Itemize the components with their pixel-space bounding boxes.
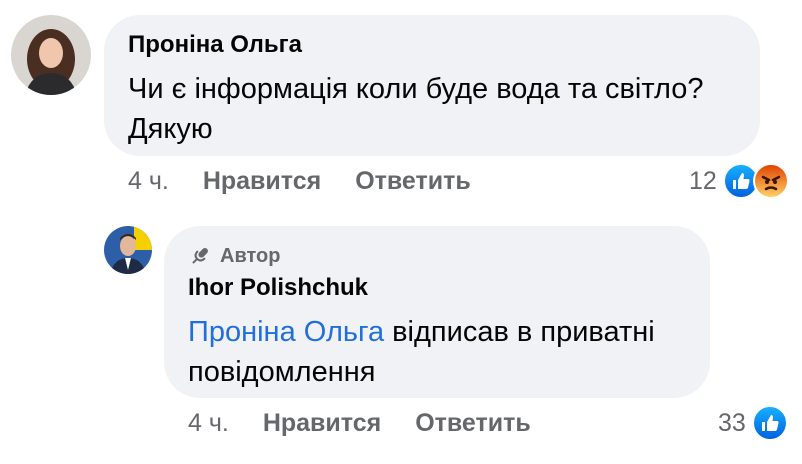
reply-author[interactable]: Ihor Polishchuk xyxy=(188,274,686,302)
comment-actions: 4 ч. Нравится Ответить xyxy=(128,166,505,196)
angry-icon xyxy=(752,163,789,199)
comment-author[interactable]: Проніна Ольга xyxy=(128,31,736,59)
reply-time[interactable]: 4 ч. xyxy=(188,408,229,438)
avatar-photo-icon xyxy=(11,15,91,95)
comment-text: Чи є інформація коли буде вода та світло… xyxy=(128,73,704,105)
reply-text: Проніна Ольга відписав в приватні xyxy=(188,312,686,352)
comment-time[interactable]: 4 ч. xyxy=(128,166,169,196)
reply-text-rest: відписав в приватні xyxy=(384,316,655,348)
reply-avatar[interactable] xyxy=(104,226,152,274)
reactions-summary[interactable]: 12 xyxy=(689,163,789,199)
avatar[interactable] xyxy=(11,15,91,95)
like-button[interactable]: Нравится xyxy=(203,166,321,196)
reaction-count: 12 xyxy=(689,166,717,195)
reply-button[interactable]: Ответить xyxy=(355,166,471,196)
like-icon xyxy=(751,405,788,441)
reply-reactions-summary[interactable]: 33 xyxy=(718,405,788,441)
reply-actions: 4 ч. Нравится Ответить xyxy=(188,408,565,438)
mention-link[interactable]: Проніна Ольга xyxy=(188,316,384,348)
author-badge: Автор xyxy=(188,244,686,268)
reply-like-button[interactable]: Нравится xyxy=(263,408,381,438)
reply-reply-button[interactable]: Ответить xyxy=(415,408,531,438)
reply-bubble: Автор Ihor Polishchuk Проніна Ольга відп… xyxy=(164,226,710,398)
reply-reaction-count: 33 xyxy=(718,408,746,437)
reply-text-line2: повідомлення xyxy=(188,356,376,388)
comment-text-line2: Дякую xyxy=(128,113,213,145)
avatar-photo-icon xyxy=(104,226,152,274)
author-badge-label: Автор xyxy=(220,244,281,267)
comment-bubble: Проніна Ольга Чи є інформація коли буде … xyxy=(104,15,760,156)
microphone-icon xyxy=(192,248,208,264)
